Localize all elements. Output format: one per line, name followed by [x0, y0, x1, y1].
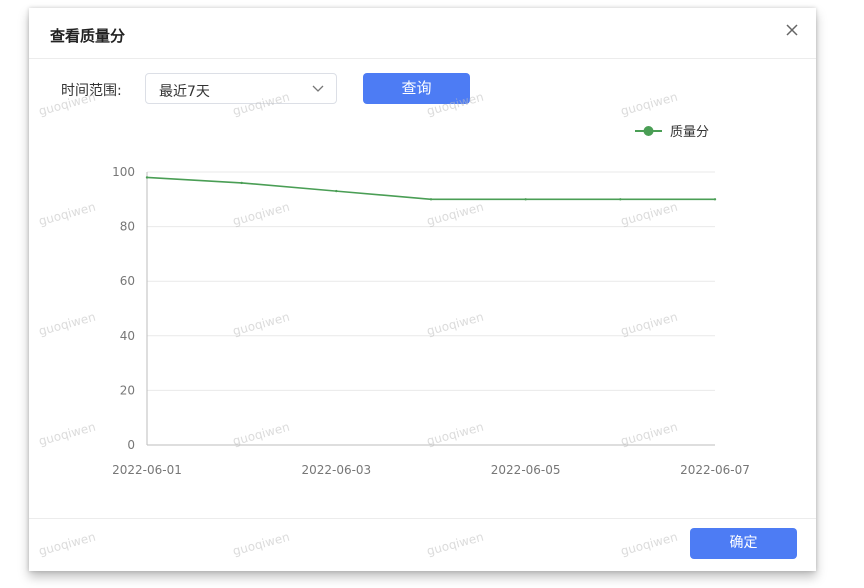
y-tick-label: 100	[112, 165, 135, 179]
y-tick-label: 20	[120, 383, 135, 397]
y-tick-label: 0	[127, 438, 135, 452]
data-point	[429, 198, 433, 201]
x-tick-label: 2022-06-01	[112, 463, 182, 477]
y-tick-label: 80	[120, 220, 135, 234]
legend-marker-icon	[643, 126, 654, 136]
x-tick-label: 2022-06-07	[680, 463, 750, 477]
data-point	[145, 176, 149, 179]
legend-label: 质量分	[670, 125, 709, 140]
quality-score-chart: 0 20 40 60 80 100 2022-06-01 2022-06-03 2022-06-…	[112, 125, 750, 477]
y-tick-label: 40	[120, 329, 135, 343]
data-point	[335, 189, 338, 193]
data-point	[524, 198, 527, 201]
data-point	[240, 181, 243, 185]
series-line	[146, 176, 715, 201]
x-tick-label: 2022-06-05	[491, 463, 561, 477]
x-tick-label: 2022-06-03	[301, 463, 371, 477]
y-tick-label: 60	[120, 274, 135, 288]
data-point	[619, 198, 622, 201]
data-point	[713, 198, 717, 201]
